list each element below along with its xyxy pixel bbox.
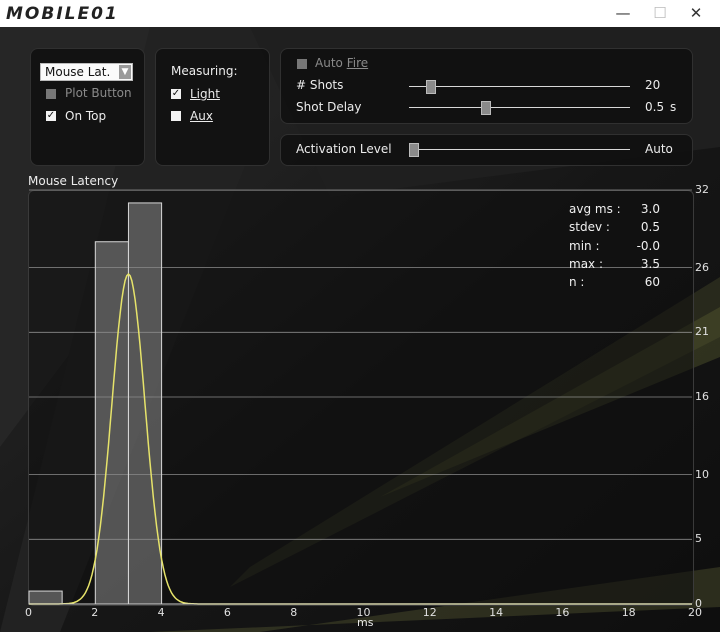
auto-fire-label-b: Fire [346,56,369,70]
plot-button-label: Plot Button [65,86,132,100]
x-tick-label: 14 [489,606,504,619]
y-tick-label: 26 [695,260,709,274]
on-top-label: On Top [65,109,107,123]
close-button[interactable]: ✕ [681,3,711,23]
activation-value: Auto [645,142,673,156]
mode-select-value: Mouse Lat. [45,65,111,79]
plot-title: Mouse Latency [28,174,119,188]
x-tick-label: 8 [290,606,298,619]
measuring-title: Measuring: [171,64,238,78]
stat-value: 3.0 [640,202,660,216]
shots-value: 20 [645,78,661,92]
shot-delay-value: 0.5 [645,100,665,114]
stat-label: max : [569,256,604,271]
stat-label: avg ms : [569,202,621,216]
auto-fire-label-a: Auto [315,56,343,70]
stat-value: 3.5 [640,256,660,271]
shots-label: # Shots [296,78,344,92]
plot-button-checkbox [46,89,56,99]
shot-delay-slider-track[interactable] [409,107,630,108]
stat-value: 0.5 [640,220,660,235]
y-tick-label: 5 [695,532,702,546]
maximize-button: ☐ [653,4,667,22]
x-tick-label: 6 [223,606,231,619]
minimize-button[interactable]: — [608,3,638,23]
activation-label: Activation Level [296,142,392,156]
auto-fire-label: Auto Fire [315,56,368,70]
aux-label: Aux [190,109,213,123]
x-axis-label: ms [357,616,374,629]
shots-slider-thumb[interactable] [426,80,437,94]
stat-label: min : [569,238,600,253]
app-logo: MOBILE01 [6,3,119,25]
auto-fire-checkbox [297,59,307,69]
shot-delay-slider-thumb[interactable] [481,101,492,115]
activation-slider-thumb[interactable] [409,143,419,157]
x-tick-label: 16 [555,606,570,619]
light-checkbox[interactable]: ✓ [171,89,181,99]
title-bar: MOBILE01 — ☐ ✕ [0,0,720,28]
y-tick-label: 0 [695,597,702,610]
x-tick-label: 18 [621,606,636,619]
stat-label: n : [569,275,585,290]
stat-label: stdev : [569,220,610,235]
x-tick-label: 12 [422,606,437,619]
x-tick-label: 4 [157,606,165,619]
y-tick-label: 21 [695,325,709,339]
y-tick-label: 16 [695,390,709,403]
stat-value: -0.0 [636,238,660,253]
shots-slider-track[interactable] [409,86,630,87]
shot-delay-unit: s [670,100,677,114]
x-tick-label: 2 [91,606,99,619]
mode-select[interactable]: Mouse Lat. ▼ [40,63,133,81]
light-label: Light [190,87,220,101]
chevron-down-icon[interactable]: ▼ [119,65,131,79]
shot-delay-label: Shot Delay [296,100,362,114]
y-tick-label: 32 [695,183,709,196]
aux-checkbox[interactable] [171,111,181,121]
x-tick-label: 0 [25,606,32,619]
logo-text: MOBILE01 [6,4,119,24]
activation-slider-track[interactable] [409,149,630,150]
stat-value: 60 [644,275,660,290]
y-tick-label: 10 [695,467,709,481]
on-top-checkbox[interactable]: ✓ [46,111,56,121]
